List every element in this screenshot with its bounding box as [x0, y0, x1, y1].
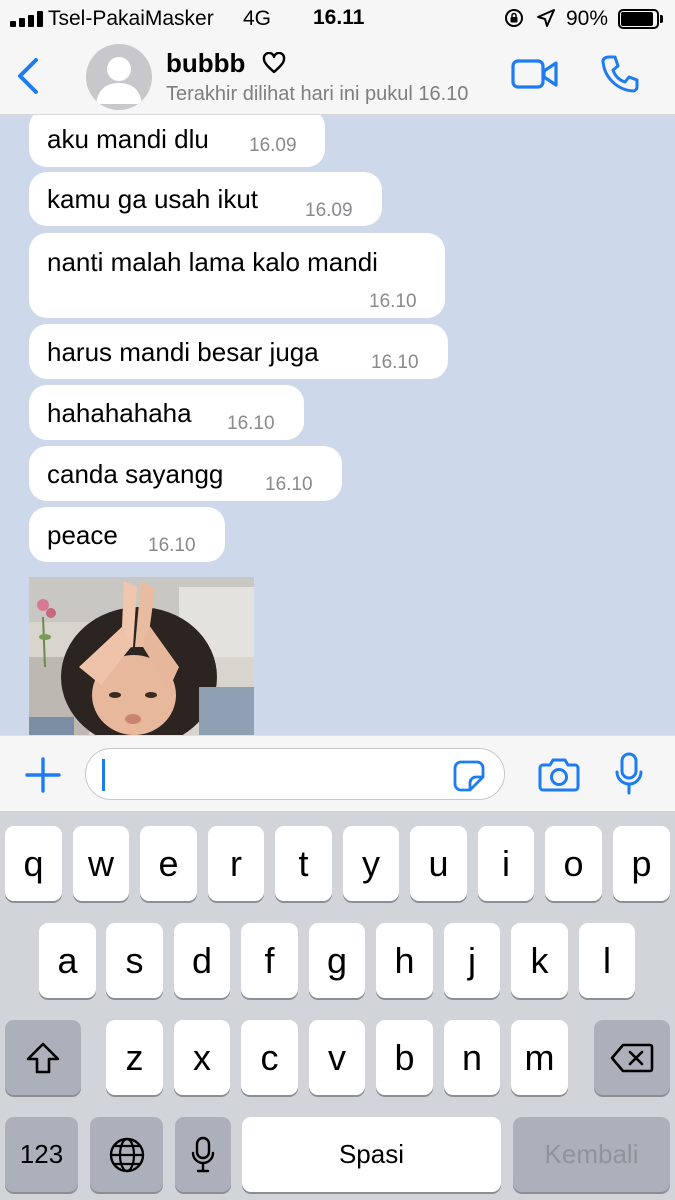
battery-percentage: 90% [566, 7, 609, 30]
message-text: nanti malah lama kalo mandi [47, 247, 378, 277]
signal-strength-icon [10, 11, 44, 27]
message-text: hahahahaha [47, 398, 192, 428]
message-text: kamu ga usah ikut [47, 184, 259, 214]
default-avatar-icon [96, 57, 142, 104]
text-cursor [102, 759, 105, 791]
key-n[interactable]: n [444, 1020, 500, 1095]
child-praying-photo-icon [29, 577, 254, 735]
message-time: 16.09 [305, 200, 353, 221]
network-type: 4G [243, 7, 272, 30]
chat-area[interactable]: aku mandi dlu 16.09 kamu ga usah ikut 16… [0, 115, 675, 735]
contact-name[interactable]: bubbb [166, 48, 245, 79]
key-x[interactable]: x [174, 1020, 230, 1095]
message-time: 16.10 [369, 291, 417, 312]
key-i[interactable]: i [478, 826, 534, 901]
key-p[interactable]: p [613, 826, 670, 901]
clock: 16.11 [313, 6, 365, 29]
message-input[interactable] [85, 748, 505, 800]
key-v[interactable]: v [309, 1020, 365, 1095]
key-m[interactable]: m [511, 1020, 568, 1095]
key-c[interactable]: c [241, 1020, 298, 1095]
globe-icon [109, 1137, 144, 1172]
message-bubble[interactable]: kamu ga usah ikut 16.09 [29, 172, 382, 226]
key-s[interactable]: s [106, 923, 163, 998]
key-d[interactable]: d [174, 923, 230, 998]
message-time: 16.10 [265, 474, 313, 495]
key-f[interactable]: f [241, 923, 298, 998]
message-text: harus mandi besar juga [47, 337, 319, 367]
key-o[interactable]: o [545, 826, 602, 901]
key-r[interactable]: r [208, 826, 264, 901]
message-bubble[interactable]: aku mandi dlu 16.09 [29, 115, 325, 167]
battery-icon [618, 9, 664, 29]
key-l[interactable]: l [579, 923, 635, 998]
message-time: 16.10 [227, 413, 275, 434]
message-time: 16.09 [249, 135, 297, 156]
last-seen-status: Terakhir dilihat hari ini pukul 16.10 [166, 83, 469, 105]
location-arrow-icon [537, 9, 555, 27]
keyboard: q w e r t y u i o p a s d f g h j k l z … [0, 811, 675, 1200]
space-key[interactable]: Spasi [242, 1117, 501, 1192]
key-y[interactable]: y [343, 826, 399, 901]
key-t[interactable]: t [275, 826, 332, 901]
heart-icon [262, 52, 286, 74]
key-g[interactable]: g [309, 923, 365, 998]
message-bubble[interactable]: peace 16.10 [29, 507, 225, 562]
message-bubble[interactable]: hahahahaha 16.10 [29, 385, 304, 440]
message-text: aku mandi dlu [47, 124, 209, 154]
key-j[interactable]: j [444, 923, 500, 998]
shift-icon [26, 1042, 60, 1073]
message-bubble[interactable]: canda sayangg 16.10 [29, 446, 342, 501]
key-k[interactable]: k [511, 923, 568, 998]
backspace-key[interactable] [594, 1020, 670, 1095]
message-input-bar [0, 735, 675, 811]
message-time: 16.10 [148, 535, 196, 556]
key-q[interactable]: q [5, 826, 62, 901]
carrier-name: Tsel-PakaiMasker [48, 7, 214, 30]
key-a[interactable]: a [39, 923, 96, 998]
message-text: canda sayangg [47, 459, 224, 489]
attach-plus-button[interactable] [24, 756, 62, 794]
key-h[interactable]: h [376, 923, 433, 998]
photo-message[interactable] [29, 577, 254, 735]
sticker-button[interactable] [452, 759, 486, 793]
backspace-icon [610, 1043, 654, 1072]
avatar[interactable] [86, 44, 152, 110]
message-time: 16.10 [371, 352, 419, 373]
key-u[interactable]: u [410, 826, 467, 901]
camera-button[interactable] [538, 756, 580, 792]
message-text: peace [47, 520, 118, 550]
dictation-mic-icon [191, 1136, 215, 1172]
shift-key[interactable] [5, 1020, 81, 1095]
numbers-key[interactable]: 123 [5, 1117, 78, 1192]
chat-header: bubbb Terakhir dilihat hari ini pukul 16… [0, 38, 675, 115]
message-bubble[interactable]: harus mandi besar juga 16.10 [29, 324, 448, 379]
globe-key[interactable] [90, 1117, 163, 1192]
microphone-button[interactable] [614, 752, 644, 796]
return-key[interactable]: Kembali [513, 1117, 670, 1192]
video-call-button[interactable] [511, 58, 559, 90]
back-button[interactable] [14, 56, 42, 96]
voice-call-button[interactable] [600, 54, 640, 94]
status-bar: Tsel-PakaiMasker 4G 16.11 90% [0, 0, 675, 38]
key-b[interactable]: b [376, 1020, 433, 1095]
dictation-key[interactable] [175, 1117, 231, 1192]
key-e[interactable]: e [140, 826, 197, 901]
key-z[interactable]: z [106, 1020, 163, 1095]
message-bubble[interactable]: nanti malah lama kalo mandi 16.10 [29, 233, 445, 318]
rotation-lock-icon [505, 9, 523, 27]
key-w[interactable]: w [73, 826, 129, 901]
